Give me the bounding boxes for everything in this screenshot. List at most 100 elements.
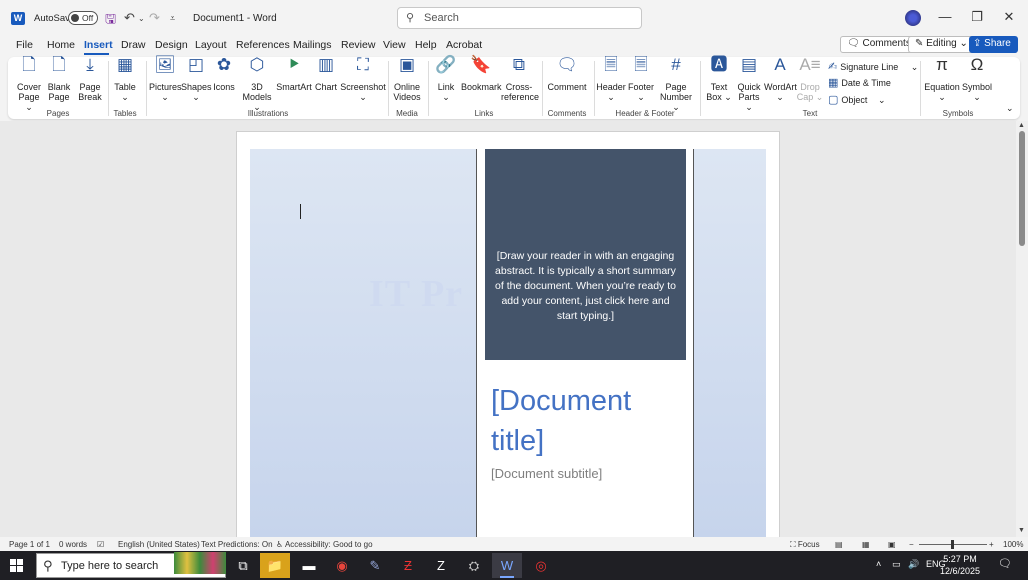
tray-expand-icon[interactable]: ˄	[876, 559, 881, 569]
undo-dropdown-icon[interactable]: ⌄	[138, 14, 145, 23]
document-title-placeholder[interactable]: [Document title]	[491, 381, 681, 461]
share-button[interactable]: ⇪ Share	[969, 36, 1018, 53]
app-record-icon[interactable]: ◎	[526, 553, 556, 578]
cross-reference-button[interactable]: ⧉ Cross-reference	[501, 56, 539, 102]
filezilla-icon[interactable]: Ƶ	[393, 553, 423, 578]
chrome-icon[interactable]: ◉	[327, 553, 357, 578]
tab-insert[interactable]: Insert	[84, 39, 113, 51]
redo-icon[interactable]: ↷	[149, 10, 160, 26]
quick-parts-button[interactable]: ▤ Quick Parts ⌄	[734, 56, 764, 112]
3d-models-button[interactable]: ⬡ 3D Models ⌄	[238, 56, 276, 112]
cover-sidebar[interactable]: [Draw your reader in with an engaging ab…	[476, 149, 694, 541]
file-explorer-icon[interactable]: 📁	[260, 553, 290, 578]
scroll-thumb[interactable]	[1019, 131, 1025, 246]
online-videos-button[interactable]: ▣ Online Videos	[390, 56, 424, 102]
clock[interactable]: 5:27 PM 12/6/2025	[940, 553, 980, 577]
tab-draw[interactable]: Draw	[121, 39, 146, 51]
vertical-scrollbar[interactable]: ▲ ▼	[1016, 121, 1028, 537]
document-area[interactable]: IT Pr [Draw your reader in with an engag…	[0, 121, 1016, 551]
close-icon[interactable]: ✕	[999, 9, 1019, 25]
python-icon[interactable]: ⛭	[459, 553, 489, 578]
accessibility-status[interactable]: ♿ Accessibility: Good to go	[276, 540, 373, 549]
paint-icon[interactable]: ✎	[360, 553, 390, 578]
cover-page-label: Cover Page	[16, 82, 41, 102]
date-time-button[interactable]: ▦ Date & Time	[828, 76, 891, 89]
tab-mailings[interactable]: Mailings	[293, 39, 332, 51]
pictures-button[interactable]: 🖼 Pictures ⌄	[149, 56, 182, 102]
save-icon[interactable]: 🖫	[105, 10, 116, 32]
drop-cap-button[interactable]: A≡ Drop Cap ⌄	[796, 56, 824, 102]
link-button[interactable]: 🔗 Link ⌄	[432, 55, 460, 102]
read-mode-icon[interactable]: ▤	[835, 540, 843, 549]
tab-help[interactable]: Help	[415, 39, 437, 51]
tab-file[interactable]: File	[16, 39, 33, 51]
customize-qat-icon[interactable]: ⩡	[170, 13, 175, 24]
page-count[interactable]: Page 1 of 1	[9, 540, 50, 549]
tab-layout[interactable]: Layout	[195, 39, 227, 51]
word-taskbar-icon[interactable]: W	[492, 553, 522, 578]
autosave-toggle[interactable]: Off	[68, 11, 98, 25]
tab-home[interactable]: Home	[47, 39, 75, 51]
blank-page-button[interactable]: 🗋 Blank Page	[44, 56, 74, 102]
word-count[interactable]: 0 words	[59, 540, 87, 549]
language-status[interactable]: English (United States)	[118, 540, 200, 549]
equation-button[interactable]: π Equation ⌄	[924, 56, 960, 102]
windows-start-icon[interactable]	[10, 559, 24, 573]
zoom-level[interactable]: 100%	[1003, 540, 1023, 549]
abstract-box[interactable]: [Draw your reader in with an engaging ab…	[485, 149, 686, 360]
zoom-out-icon[interactable]: −	[909, 540, 914, 549]
undo-icon[interactable]: ↶	[124, 10, 135, 26]
abstract-text[interactable]: [Draw your reader in with an engaging ab…	[495, 249, 676, 324]
scroll-down-icon[interactable]: ▼	[1018, 527, 1025, 534]
tab-acrobat[interactable]: Acrobat	[446, 39, 482, 51]
header-button[interactable]: 🗏 Header ⌄	[596, 56, 626, 102]
zoom-in-icon[interactable]: +	[989, 540, 994, 549]
web-layout-icon[interactable]: ▣	[888, 540, 896, 549]
signature-line-button[interactable]: ✍ Signature Line ⌄	[828, 60, 918, 73]
comments-button[interactable]: 🗨 Comments	[840, 36, 918, 53]
focus-button[interactable]: ⛶ Focus	[790, 540, 820, 550]
notification-icon[interactable]: 🗨	[998, 557, 1012, 570]
print-layout-icon[interactable]: ▦	[862, 540, 870, 549]
comment-button[interactable]: 🗨 Comment	[546, 56, 588, 92]
proofing-icon[interactable]: ☑	[97, 540, 104, 549]
tab-design[interactable]: Design	[155, 39, 188, 51]
text-box-button[interactable]: 🅰 Text Box ⌄	[704, 56, 734, 102]
link-icon: 🔗	[435, 55, 457, 74]
ribbon-collapse-icon[interactable]: ⌄	[1006, 103, 1014, 114]
cover-page-button[interactable]: 🗋 Cover Page ⌄	[14, 56, 44, 112]
shapes-button[interactable]: ◰ Shapes ⌄	[181, 56, 212, 102]
restore-icon[interactable]: ❐	[967, 9, 987, 25]
page-number-button[interactable]: # Page Number ⌄	[656, 56, 696, 112]
icons-button[interactable]: ✿ Icons	[211, 56, 237, 92]
minimize-icon[interactable]: —	[935, 9, 955, 24]
editing-button[interactable]: ✎ Editing ⌄	[908, 36, 975, 53]
page-break-button[interactable]: ⤓ Page Break	[74, 56, 106, 102]
volume-icon[interactable]: 🔊	[908, 559, 919, 570]
scroll-up-icon[interactable]: ▲	[1018, 122, 1025, 129]
object-button[interactable]: ▢ Object ⌄	[828, 93, 885, 106]
zoom-slider-thumb[interactable]	[951, 540, 954, 549]
symbol-button[interactable]: Ω Symbol ⌄	[960, 56, 994, 102]
task-view-icon[interactable]: ⧉	[228, 553, 258, 578]
footer-button[interactable]: 🗏 Footer ⌄	[626, 56, 656, 102]
tab-references[interactable]: References	[236, 39, 290, 51]
wordart-button[interactable]: A WordArt ⌄	[764, 56, 797, 102]
bookmark-button[interactable]: 🔖 Bookmark	[461, 56, 502, 92]
table-icon: ▦	[116, 55, 134, 74]
tab-view[interactable]: View	[383, 39, 406, 51]
screenshot-button[interactable]: ⛶ Screenshot ⌄	[340, 56, 386, 102]
table-button[interactable]: ▦ Table ⌄	[112, 55, 138, 102]
z-app-icon[interactable]: Z	[426, 553, 456, 578]
group-divider	[700, 61, 701, 116]
text-predictions-status[interactable]: Text Predictions: On	[201, 540, 273, 549]
tab-review[interactable]: Review	[341, 39, 375, 51]
network-icon[interactable]: ▭	[892, 559, 901, 570]
avatar[interactable]	[905, 10, 921, 26]
document-page[interactable]: IT Pr [Draw your reader in with an engag…	[236, 131, 780, 551]
chart-button[interactable]: ▥ Chart	[313, 56, 339, 92]
document-subtitle-placeholder[interactable]: [Document subtitle]	[491, 466, 602, 481]
smartart-button[interactable]: ⯈ SmartArt	[276, 56, 312, 92]
search-box[interactable]: ⚲ Search	[397, 7, 642, 29]
terminal-icon[interactable]: ▬	[294, 553, 324, 578]
